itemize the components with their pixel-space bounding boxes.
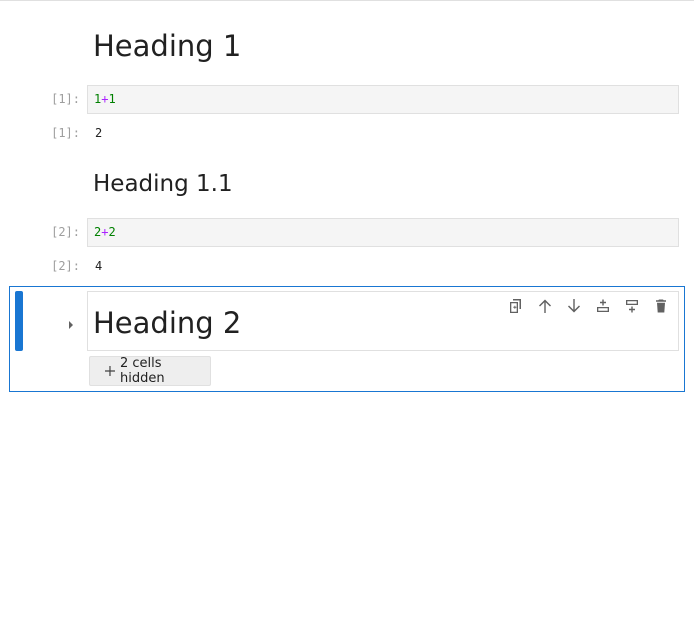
heading-1: Heading 1 bbox=[93, 29, 242, 63]
output-2: 4 bbox=[95, 259, 103, 273]
active-cell-indicator[interactable] bbox=[15, 291, 23, 351]
code-token-number: 2 bbox=[108, 225, 116, 239]
move-down-icon[interactable] bbox=[564, 296, 584, 316]
plus-icon bbox=[104, 366, 115, 376]
code-cell-2-editor[interactable]: 2+2 bbox=[87, 218, 679, 247]
insert-below-icon[interactable] bbox=[622, 296, 642, 316]
code-cell-1-editor[interactable]: 1+1 bbox=[87, 85, 679, 114]
move-up-icon[interactable] bbox=[535, 296, 555, 316]
show-hidden-cells-button[interactable]: 2 cells hidden bbox=[89, 356, 211, 386]
output-prompt-2: [2]: bbox=[51, 259, 80, 273]
insert-above-icon[interactable] bbox=[593, 296, 613, 316]
output-1: 2 bbox=[95, 126, 103, 140]
cell-toolbar bbox=[506, 296, 671, 316]
input-prompt-2: [2]: bbox=[51, 225, 80, 239]
collapse-toggle-icon[interactable] bbox=[65, 316, 77, 329]
output-prompt-1: [1]: bbox=[51, 126, 80, 140]
delete-icon[interactable] bbox=[651, 296, 671, 316]
duplicate-icon[interactable] bbox=[506, 296, 526, 316]
input-prompt-1: [1]: bbox=[51, 92, 80, 106]
heading-1-1: Heading 1.1 bbox=[93, 171, 233, 197]
top-border bbox=[0, 0, 694, 1]
heading-2: Heading 2 bbox=[93, 306, 242, 340]
code-token-number: 1 bbox=[108, 92, 116, 106]
hidden-cells-label: 2 cells hidden bbox=[119, 356, 165, 386]
